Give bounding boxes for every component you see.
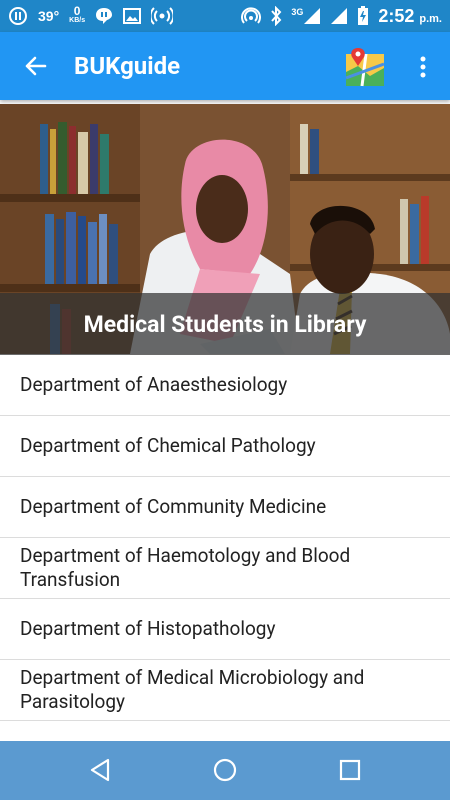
image-icon xyxy=(123,8,142,24)
status-bar: 39° 0 KB/s 3G 2:52 p.m. xyxy=(0,0,450,32)
app-title: BUKguide xyxy=(74,52,181,80)
list-item-label: Department of Histopathology xyxy=(20,617,276,640)
map-icon xyxy=(344,46,386,88)
list-item-haemotology[interactable]: Department of Haemotology and Blood Tran… xyxy=(0,538,450,599)
signal-3g-icon: 3G xyxy=(291,7,321,25)
back-button[interactable] xyxy=(0,32,70,100)
network-type-label: 3G xyxy=(291,7,304,17)
app-bar: BUKguide xyxy=(0,32,450,100)
nav-recents-button[interactable] xyxy=(335,755,365,785)
square-recents-icon xyxy=(339,759,361,781)
list-item-label: Department of Medical Microbiology and P… xyxy=(20,666,365,713)
circle-home-icon xyxy=(213,758,237,782)
chat-bubble-icon xyxy=(95,7,113,25)
hotspot-icon xyxy=(151,7,174,25)
list-item-medical-microbiology[interactable]: Department of Medical Microbiology and P… xyxy=(0,660,450,721)
more-vert-icon xyxy=(420,56,426,78)
hero-caption: Medical Students in Library xyxy=(0,293,450,355)
list-item-chemical-pathology[interactable]: Department of Chemical Pathology xyxy=(0,416,450,477)
list-item-histopathology[interactable]: Department of Histopathology xyxy=(0,599,450,660)
bluetooth-icon xyxy=(270,6,282,26)
nav-home-button[interactable] xyxy=(210,755,240,785)
nav-back-button[interactable] xyxy=(85,755,115,785)
signal-icon xyxy=(330,7,348,25)
net-speed-unit: KB/s xyxy=(69,17,86,24)
arrow-back-icon xyxy=(23,54,47,78)
battery-icon xyxy=(357,6,369,26)
triangle-back-icon xyxy=(89,758,111,782)
list-item-label: Department of Haemotology and Blood Tran… xyxy=(20,544,351,591)
temperature-text: 39° xyxy=(38,8,60,24)
more-options-button[interactable] xyxy=(408,46,438,88)
map-button[interactable] xyxy=(344,46,386,88)
list-item-label: Department of Anaesthesiology xyxy=(20,373,288,396)
wifi-hotspot-icon xyxy=(241,6,262,26)
list-item-label: Department of Chemical Pathology xyxy=(20,434,316,457)
navigation-bar xyxy=(0,741,450,800)
pause-icon xyxy=(8,6,28,26)
clock-time: 2:52 xyxy=(378,5,415,26)
department-list: Department of Anaesthesiology Department… xyxy=(0,355,450,721)
clock: 2:52 p.m. xyxy=(378,6,442,27)
clock-suffix: p.m. xyxy=(419,12,442,25)
net-speed-value: 0 xyxy=(73,4,81,18)
list-item-community-medicine[interactable]: Department of Community Medicine xyxy=(0,477,450,538)
list-item-label: Department of Community Medicine xyxy=(20,495,327,518)
net-speed: 0 KB/s xyxy=(69,4,86,25)
list-item-anaesthesiology[interactable]: Department of Anaesthesiology xyxy=(0,355,450,416)
